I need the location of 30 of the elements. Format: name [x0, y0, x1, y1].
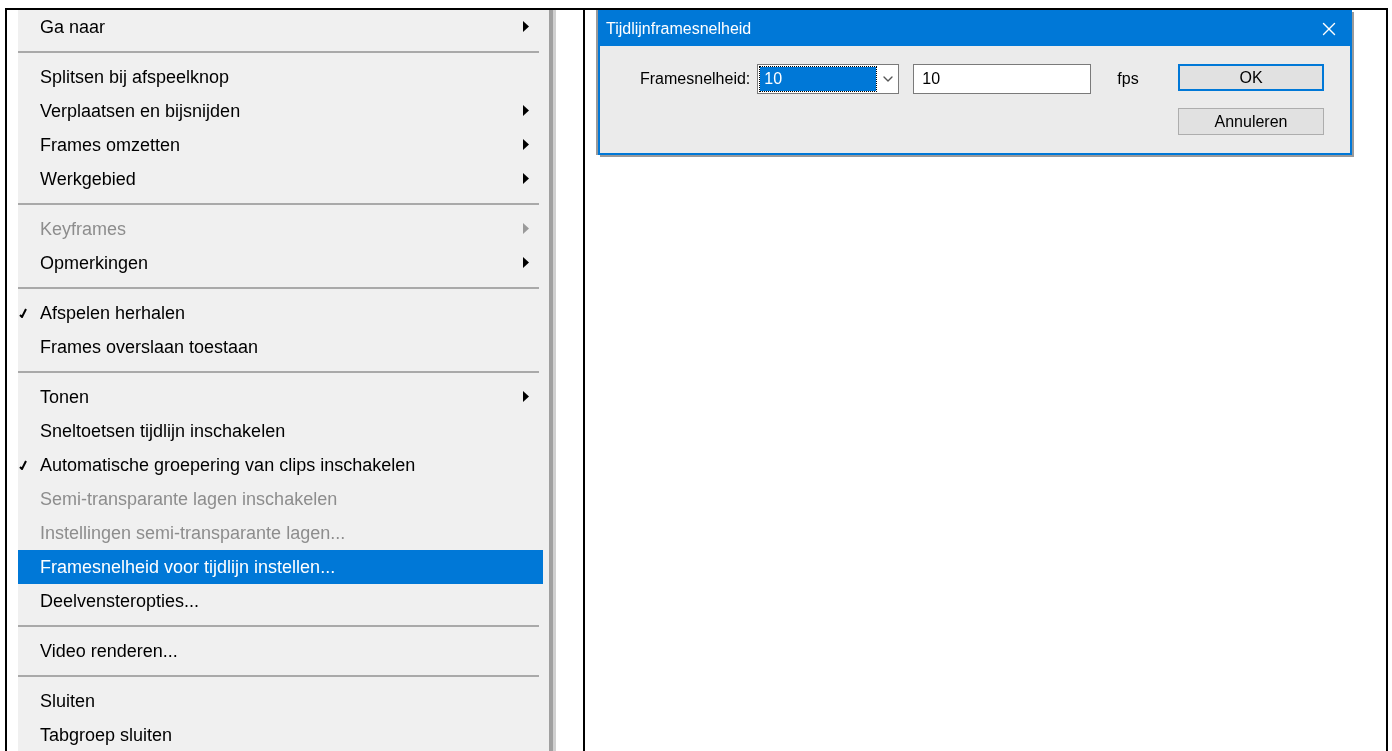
dialog-button[interactable]: OK — [1178, 64, 1324, 91]
menu-item[interactable]: Afspelen herhalen — [18, 296, 543, 330]
menu-item[interactable]: Splitsen bij afspeelknop — [18, 60, 543, 94]
menu-item[interactable]: Tabgroep sluiten — [18, 718, 543, 751]
unit-label: fps — [1117, 70, 1139, 88]
menu-item[interactable]: Sneltoetsen tijdlijn inschakelen — [18, 414, 543, 448]
menu-item[interactable]: Tonen — [18, 380, 543, 414]
menu-item[interactable]: Framesnelheid voor tijdlijn instellen... — [18, 550, 543, 584]
dialog-title: Tijdlijnframesnelheid — [606, 20, 752, 38]
submenu-arrow-icon — [523, 105, 529, 116]
menu-item[interactable]: Werkgebied — [18, 162, 543, 196]
dialog-button[interactable]: Annuleren — [1178, 108, 1324, 135]
submenu-arrow-icon — [523, 21, 529, 32]
menu-item[interactable]: Ga naar — [18, 10, 543, 44]
field-label: Framesnelheid: — [640, 70, 751, 88]
menu-item[interactable]: Frames overslaan toestaan — [18, 330, 543, 364]
menu-item[interactable]: Deelvensteropties... — [18, 584, 543, 618]
menu-item[interactable]: Opmerkingen — [18, 246, 543, 280]
menu-item[interactable]: Verplaatsen en bijsnijden — [18, 94, 543, 128]
frame-rate-input[interactable]: 10 — [913, 64, 1092, 94]
menu-item[interactable]: Video renderen... — [18, 634, 543, 668]
frame-rate-dropdown[interactable]: 10 — [757, 64, 900, 94]
menu-item[interactable]: Sluiten — [18, 684, 543, 718]
submenu-arrow-icon — [523, 173, 529, 184]
submenu-arrow-icon — [523, 257, 529, 268]
menu-item[interactable]: Frames omzetten — [18, 128, 543, 162]
submenu-arrow-icon — [523, 223, 529, 234]
submenu-arrow-icon — [523, 139, 529, 150]
submenu-arrow-icon — [523, 391, 529, 402]
menu-item[interactable]: Automatische groepering van clips inschakelen — [18, 448, 543, 482]
